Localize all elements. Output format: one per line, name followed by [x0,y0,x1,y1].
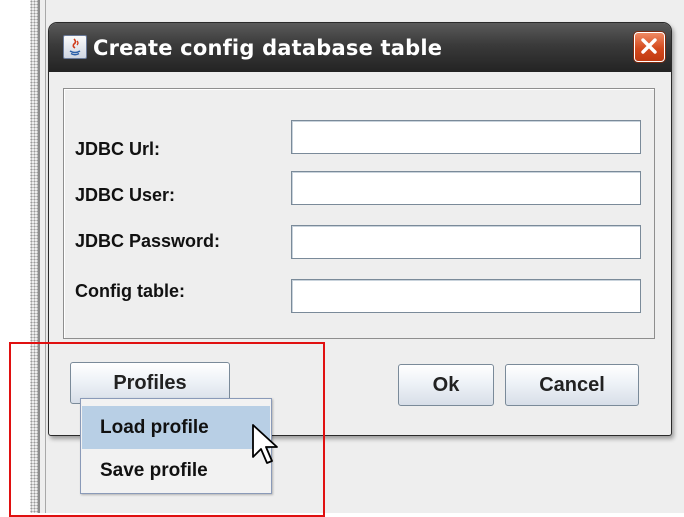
mouse-pointer-icon [252,424,278,464]
dialog-title-bar[interactable]: Create config database table [49,23,671,72]
divider [45,0,46,513]
jdbc-user-label: JDBC User: [75,185,176,205]
jdbc-password-input[interactable] [291,225,641,259]
ok-button[interactable]: Ok [398,364,494,406]
profiles-popup-menu: Load profile Save profile [80,398,272,494]
dialog-title: Create config database table [93,36,443,60]
config-table-input[interactable] [291,279,641,313]
divider [38,0,40,513]
jdbc-url-label: JDBC Url: [75,139,161,159]
menu-item-save-profile[interactable]: Save profile [82,449,270,492]
config-table-label: Config table: [75,281,185,301]
jdbc-url-input[interactable] [291,120,641,154]
jdbc-password-label: JDBC Password: [75,231,221,251]
jdbc-user-input[interactable] [291,171,641,205]
java-icon [63,35,87,59]
menu-item-load-profile[interactable]: Load profile [82,406,270,449]
splitter-handle[interactable] [30,0,38,513]
cancel-button[interactable]: Cancel [505,364,639,406]
close-icon [641,38,657,54]
close-button[interactable] [634,32,665,62]
